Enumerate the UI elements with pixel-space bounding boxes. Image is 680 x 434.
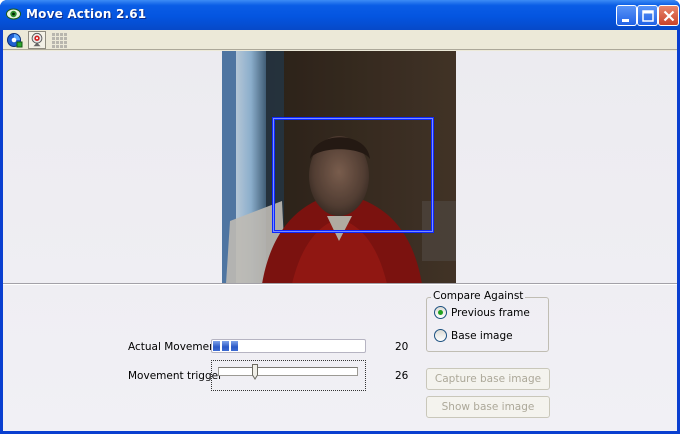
capture-icon[interactable]: [6, 31, 24, 49]
eye-icon: [6, 8, 21, 20]
progress-fill: [213, 341, 238, 351]
actual-movement-label: Actual Movement: [128, 341, 220, 353]
movement-trigger-label: Movement trigger: [128, 370, 223, 382]
close-icon: [663, 10, 675, 22]
webcam-icon[interactable]: [28, 31, 46, 49]
movement-trigger-slider[interactable]: [211, 360, 366, 391]
app-window: Move Action 2.61 Actual Movement 20 Move…: [0, 0, 680, 434]
minimize-button[interactable]: [616, 5, 637, 26]
progress-segment: [222, 341, 229, 351]
compare-against-title: Compare Against: [431, 290, 526, 302]
grid-icon[interactable]: [50, 31, 68, 49]
title-bar[interactable]: Move Action 2.61: [0, 0, 680, 30]
close-button[interactable]: [658, 5, 679, 26]
separator: [3, 283, 677, 285]
slider-track: [218, 367, 358, 376]
capture-base-image-button[interactable]: Capture base image: [426, 368, 550, 390]
radio-selected-dot: [438, 310, 443, 315]
window-title: Move Action 2.61: [26, 7, 147, 21]
webcam-frame-image: [222, 51, 456, 284]
toolbar: [3, 30, 677, 50]
previous-frame-radio[interactable]: [434, 306, 447, 319]
main-panel: Actual Movement 20 Movement trigger 26 C…: [3, 51, 677, 431]
previous-frame-label[interactable]: Previous frame: [451, 307, 530, 319]
slider-thumb[interactable]: [252, 364, 258, 380]
maximize-icon: [642, 10, 654, 22]
base-image-label[interactable]: Base image: [451, 330, 513, 342]
actual-movement-progress: [211, 339, 366, 353]
progress-segment: [231, 341, 238, 351]
show-base-image-button[interactable]: Show base image: [426, 396, 550, 418]
client-area: Actual Movement 20 Movement trigger 26 C…: [3, 30, 677, 431]
maximize-button[interactable]: [637, 5, 658, 26]
actual-movement-value: 20: [395, 341, 409, 353]
webcam-preview: [222, 51, 456, 284]
compare-against-group: [426, 297, 549, 352]
progress-segment: [213, 341, 220, 351]
base-image-radio[interactable]: [434, 329, 447, 342]
minimize-icon: [622, 19, 629, 22]
movement-trigger-value: 26: [395, 370, 409, 382]
